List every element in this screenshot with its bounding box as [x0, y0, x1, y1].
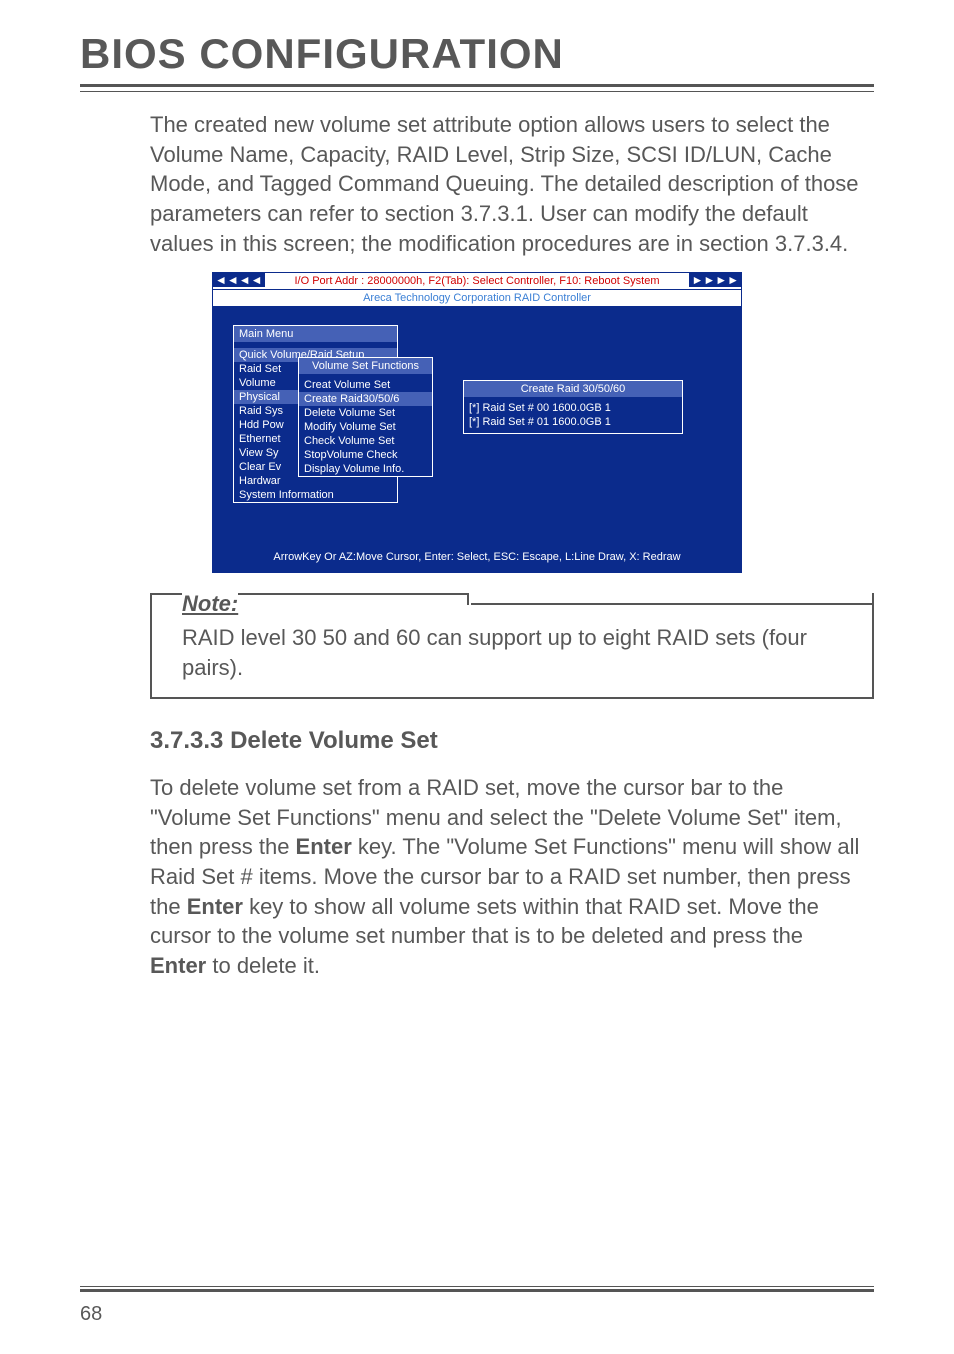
menu-item[interactable]: StopVolume Check [299, 448, 432, 462]
create-raid-title: Create Raid 30/50/60 [464, 381, 682, 397]
menu-item[interactable]: Creat Volume Set [299, 378, 432, 392]
bios-screenshot: ◄◄◄◄ I/O Port Addr : 28000000h, F2(Tab):… [212, 272, 742, 573]
list-item[interactable]: [*] Raid Set # 01 1600.0GB 1 [464, 415, 682, 429]
arrow-left-icon: ◄◄◄◄ [213, 273, 265, 287]
bios-body: Main Menu Quick Volume/Raid Setup Raid S… [212, 306, 742, 546]
note-box: Note: RAID level 30 50 and 60 can suppor… [150, 593, 874, 698]
volume-functions-title: Volume Set Functions [299, 358, 432, 374]
menu-item[interactable]: Create Raid30/50/6 [299, 392, 432, 406]
note-rule [471, 603, 874, 605]
main-menu-title: Main Menu [234, 326, 397, 342]
menu-item[interactable]: Modify Volume Set [299, 420, 432, 434]
section-heading: 3.7.3.3 Delete Volume Set [150, 727, 874, 755]
page-title: BIOS CONFIGURATION [80, 30, 874, 78]
delete-paragraph: To delete volume set from a RAID set, mo… [150, 773, 864, 981]
page-number: 68 [80, 1303, 102, 1326]
create-raid-panel: Create Raid 30/50/60 [*] Raid Set # 00 1… [463, 380, 683, 434]
paragraph-segment: key to show all volume sets within that … [150, 894, 819, 949]
bios-footer: ArrowKey Or AZ:Move Cursor, Enter: Selec… [212, 546, 742, 573]
paragraph-segment: to delete it. [206, 953, 320, 978]
arrow-right-icon: ►►►► [689, 273, 741, 287]
intro-paragraph: The created new volume set attribute opt… [150, 110, 864, 258]
menu-item[interactable]: Display Volume Info. [299, 462, 432, 476]
menu-item[interactable]: Delete Volume Set [299, 406, 432, 420]
note-rule [467, 593, 469, 605]
list-item[interactable]: [*] Raid Set # 00 1600.0GB 1 [464, 401, 682, 415]
volume-functions-panel: Volume Set Functions Creat Volume Set Cr… [298, 357, 433, 477]
bios-subheader: Areca Technology Corporation RAID Contro… [212, 290, 742, 306]
key-name: Enter [187, 894, 243, 919]
note-label: Note: [182, 573, 238, 617]
menu-item[interactable]: System Information [234, 488, 397, 502]
menu-item[interactable]: Check Volume Set [299, 434, 432, 448]
key-name: Enter [296, 834, 352, 859]
bios-header-text: I/O Port Addr : 28000000h, F2(Tab): Sele… [294, 275, 659, 287]
note-text: RAID level 30 50 and 60 can support up t… [182, 623, 852, 682]
bios-header: ◄◄◄◄ I/O Port Addr : 28000000h, F2(Tab):… [212, 272, 742, 290]
key-name: Enter [150, 953, 206, 978]
heading-rule [80, 84, 874, 92]
footer-rule [80, 1286, 874, 1292]
